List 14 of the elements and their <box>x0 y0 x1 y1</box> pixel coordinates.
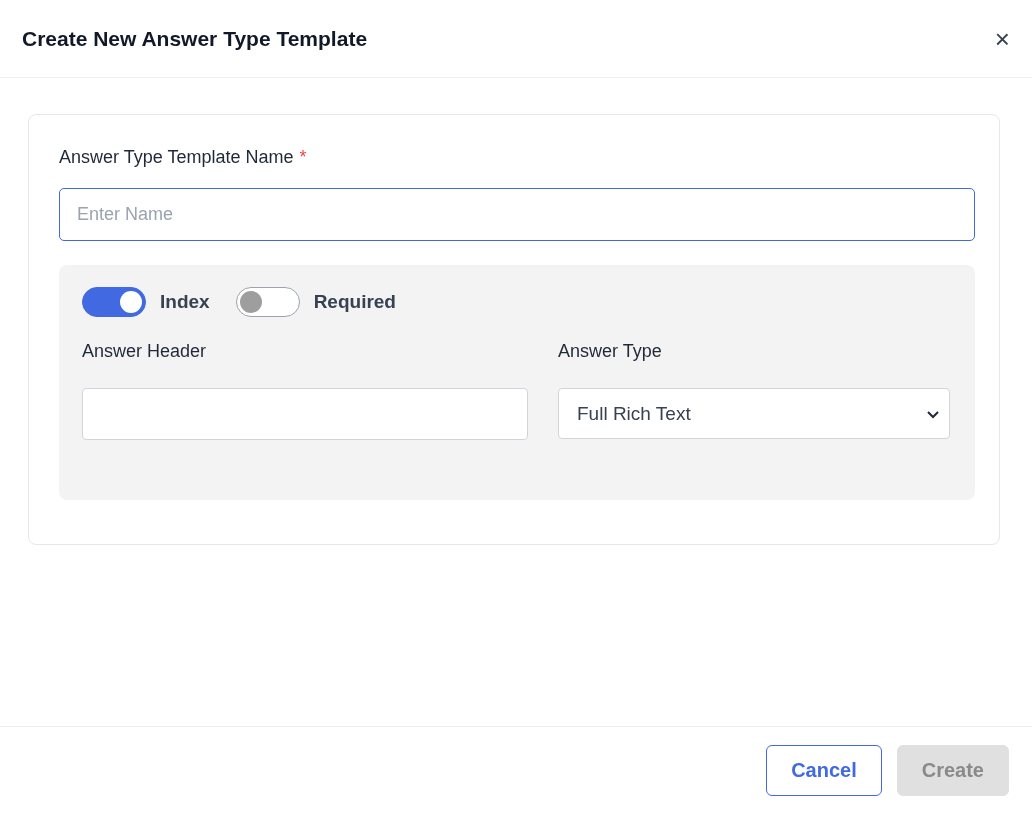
required-mark: * <box>299 147 307 167</box>
answer-header-input-field[interactable] <box>82 388 528 440</box>
toggle-switch[interactable] <box>82 287 146 317</box>
toggle-switch[interactable] <box>235 287 300 317</box>
dialog-title: Create New Answer Type Template <box>22 26 368 51</box>
cancel-button[interactable]: Cancel <box>766 745 882 796</box>
toggle-label: Required <box>313 291 396 313</box>
answer-type-dropdown[interactable]: Full Rich Text <box>558 388 950 439</box>
toggle-label: Index <box>160 291 210 313</box>
field-label: Answer Header <box>82 341 208 362</box>
field-label: Answer Type Template Name <box>59 147 294 167</box>
field-label: Answer Type <box>558 341 663 362</box>
close-button[interactable]: × <box>990 25 1014 52</box>
name-input-field[interactable]: Enter Name <box>59 188 975 241</box>
